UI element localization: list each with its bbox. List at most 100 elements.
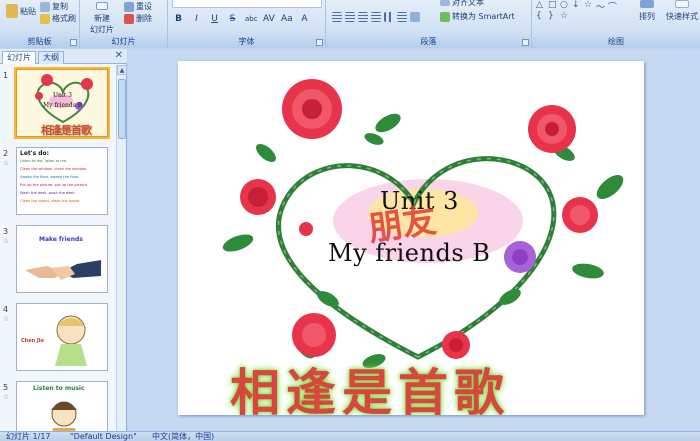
paragraph-launcher-button[interactable] xyxy=(522,39,529,46)
font-name-combobox[interactable] xyxy=(172,0,322,8)
char-spacing-button[interactable]: AV xyxy=(262,12,275,24)
columns-icon[interactable] xyxy=(384,12,394,22)
font-launcher-button[interactable] xyxy=(316,39,323,46)
text-direction-icon[interactable] xyxy=(410,12,420,22)
format-painter-button[interactable]: 格式刷 xyxy=(40,13,76,24)
underline-button[interactable]: U xyxy=(208,12,221,24)
scrollbar-thumb[interactable] xyxy=(118,79,126,139)
align-text-icon xyxy=(440,0,450,6)
thumbnail-4-label: Chen Jie xyxy=(21,338,44,344)
slide-thumbnail-1[interactable]: Unit 3 My friends B 相逢是首歌 xyxy=(14,67,110,139)
thumbnail-1-title: Unit 3 xyxy=(53,92,72,99)
ribbon: 粘贴 复制 格式刷 剪贴板 新建 幻灯片 重设 删除 幻灯片 B I U S a… xyxy=(0,0,700,48)
delete-icon xyxy=(124,13,134,24)
new-slide-button[interactable]: 新建 幻灯片 xyxy=(88,2,116,35)
font-group: B I U Sabc AV Aa A 字体 xyxy=(168,0,326,48)
thumbnail-1-subtitle: My friends B xyxy=(43,102,83,109)
slide-thumbnail-2[interactable]: Let's do: Listen to me, listen to me. Cle… xyxy=(16,147,108,215)
arrange-button[interactable]: 排列 xyxy=(632,0,662,22)
animation-star-icon: ☆ xyxy=(3,393,10,401)
shape-option[interactable]: ⌒ xyxy=(608,0,617,13)
convert-smartart-button[interactable]: 转换为 SmartArt xyxy=(440,11,515,22)
reset-icon xyxy=(124,1,134,12)
thumbnail-2-lines: Listen to me, listen to me. Clean the win… xyxy=(20,157,104,205)
shapes-gallery[interactable]: △ □ ○ ↓ ☆ 〜 ⌒ {} ☆ xyxy=(536,0,626,24)
shape-option[interactable]: { xyxy=(536,11,542,21)
thumbnail-2-heading: Let's do: xyxy=(20,150,50,157)
tab-outline[interactable]: 大纲 xyxy=(38,51,64,64)
thumbnail-scrollbar[interactable]: ▲ xyxy=(116,65,127,431)
slide-title-line-2[interactable]: My friends B xyxy=(328,239,490,267)
copy-icon xyxy=(40,1,50,12)
animation-star-icon: ☆ xyxy=(3,315,10,323)
slide-counter: 幻灯片 1/17 xyxy=(6,432,51,441)
thumbnail-number: 5 xyxy=(3,383,9,392)
align-text-button[interactable]: 对齐文本 xyxy=(440,0,484,8)
font-group-label: 字体 xyxy=(168,36,325,48)
slides-panel: 幻灯片 大纲 ✕ 1 Unit 3 My friends B 相逢是首歌 2 ☆ xyxy=(0,49,127,431)
singer-illustration xyxy=(51,401,77,431)
justify-icon[interactable] xyxy=(371,12,381,22)
new-slide-icon xyxy=(96,2,108,10)
strikethrough-button[interactable]: S xyxy=(226,12,239,24)
align-center-icon[interactable] xyxy=(345,12,355,22)
thumbnail-number: 4 xyxy=(3,305,9,314)
thumbnail-2-line: Sweep the floor, sweep the floor. xyxy=(20,175,80,179)
shape-option[interactable]: □ xyxy=(548,0,557,10)
paragraph-group: 对齐文本 转换为 SmartArt 段落 xyxy=(326,0,532,48)
delete-button[interactable]: 删除 xyxy=(124,13,152,24)
thumbnail-row-2[interactable]: 2 ☆ Let's do: Listen to me, listen to me… xyxy=(0,147,116,219)
close-icon[interactable]: ✕ xyxy=(115,50,123,61)
slides-group: 新建 幻灯片 重设 删除 幻灯片 xyxy=(80,0,168,48)
shape-option[interactable]: 〜 xyxy=(596,0,605,13)
slide-thumbnail-4[interactable]: Chen Jie xyxy=(16,303,108,371)
current-slide[interactable]: Unit 3 朋友 My friends B 相逢是首歌 xyxy=(178,61,644,415)
alignment-buttons xyxy=(332,12,420,22)
banner-text: 相逢是首歌 xyxy=(230,364,510,415)
shape-option[interactable]: ↓ xyxy=(572,0,580,10)
thumbnail-number: 3 xyxy=(3,227,9,236)
clipboard-launcher-button[interactable] xyxy=(70,39,77,46)
copy-button[interactable]: 复制 xyxy=(40,1,68,12)
thumbnail-2-line: Wash the desk, wash the desk. xyxy=(20,191,76,195)
font-color-button[interactable]: A xyxy=(298,12,311,24)
thumbnail-row-1[interactable]: 1 Unit 3 My friends B 相逢是首歌 xyxy=(0,67,116,141)
language-indicator[interactable]: 中文(简体，中国) xyxy=(152,432,214,441)
thumbnail-5-heading: Listen to music xyxy=(33,385,85,392)
thumbnail-row-5[interactable]: 5 ☆ Listen to music xyxy=(0,381,116,431)
italic-button[interactable]: I xyxy=(190,12,203,24)
clipboard-group-label: 剪贴板 xyxy=(0,36,79,48)
shape-option[interactable]: ☆ xyxy=(584,0,592,10)
paragraph-group-label: 段落 xyxy=(326,36,531,48)
panel-tabs: 幻灯片 大纲 ✕ xyxy=(0,49,127,64)
thumbnail-3-heading: Make friends xyxy=(39,236,83,243)
thumbnail-row-3[interactable]: 3 ☆ Make friends xyxy=(0,225,116,297)
scroll-up-icon[interactable]: ▲ xyxy=(117,65,127,75)
smartart-icon xyxy=(440,11,450,22)
change-case-button[interactable]: Aa xyxy=(280,12,293,24)
align-left-icon[interactable] xyxy=(332,12,342,22)
shape-option[interactable]: ☆ xyxy=(560,11,568,21)
reset-button[interactable]: 重设 xyxy=(124,1,152,12)
shape-option[interactable]: } xyxy=(548,11,554,21)
theme-name: "Default Design" xyxy=(70,432,137,441)
slide-thumbnail-3[interactable]: Make friends xyxy=(16,225,108,293)
thumbnail-list: 1 Unit 3 My friends B 相逢是首歌 2 ☆ Let's do… xyxy=(0,65,116,431)
shape-option[interactable]: ○ xyxy=(560,0,568,10)
align-right-icon[interactable] xyxy=(358,12,368,22)
shape-option[interactable]: △ xyxy=(536,0,543,10)
paste-button[interactable]: 粘贴 xyxy=(6,4,36,18)
format-painter-icon xyxy=(40,13,50,24)
quick-styles-button[interactable]: 快速样式 xyxy=(664,0,700,22)
tab-slides[interactable]: 幻灯片 xyxy=(2,51,36,64)
thumbnail-number: 2 xyxy=(3,149,9,158)
bold-button[interactable]: B xyxy=(172,12,185,24)
line-spacing-icon[interactable] xyxy=(397,12,407,22)
arrange-icon xyxy=(640,0,654,8)
animation-star-icon: ☆ xyxy=(3,237,10,245)
shadow-button[interactable]: abc xyxy=(244,12,258,24)
slide-thumbnail-5[interactable]: Listen to music xyxy=(16,381,108,431)
thumbnail-row-4[interactable]: 4 ☆ Chen Jie xyxy=(0,303,116,375)
thumbnail-1-banner: 相逢是首歌 xyxy=(41,124,92,137)
status-bar: 幻灯片 1/17 "Default Design" 中文(简体，中国) xyxy=(0,431,700,441)
